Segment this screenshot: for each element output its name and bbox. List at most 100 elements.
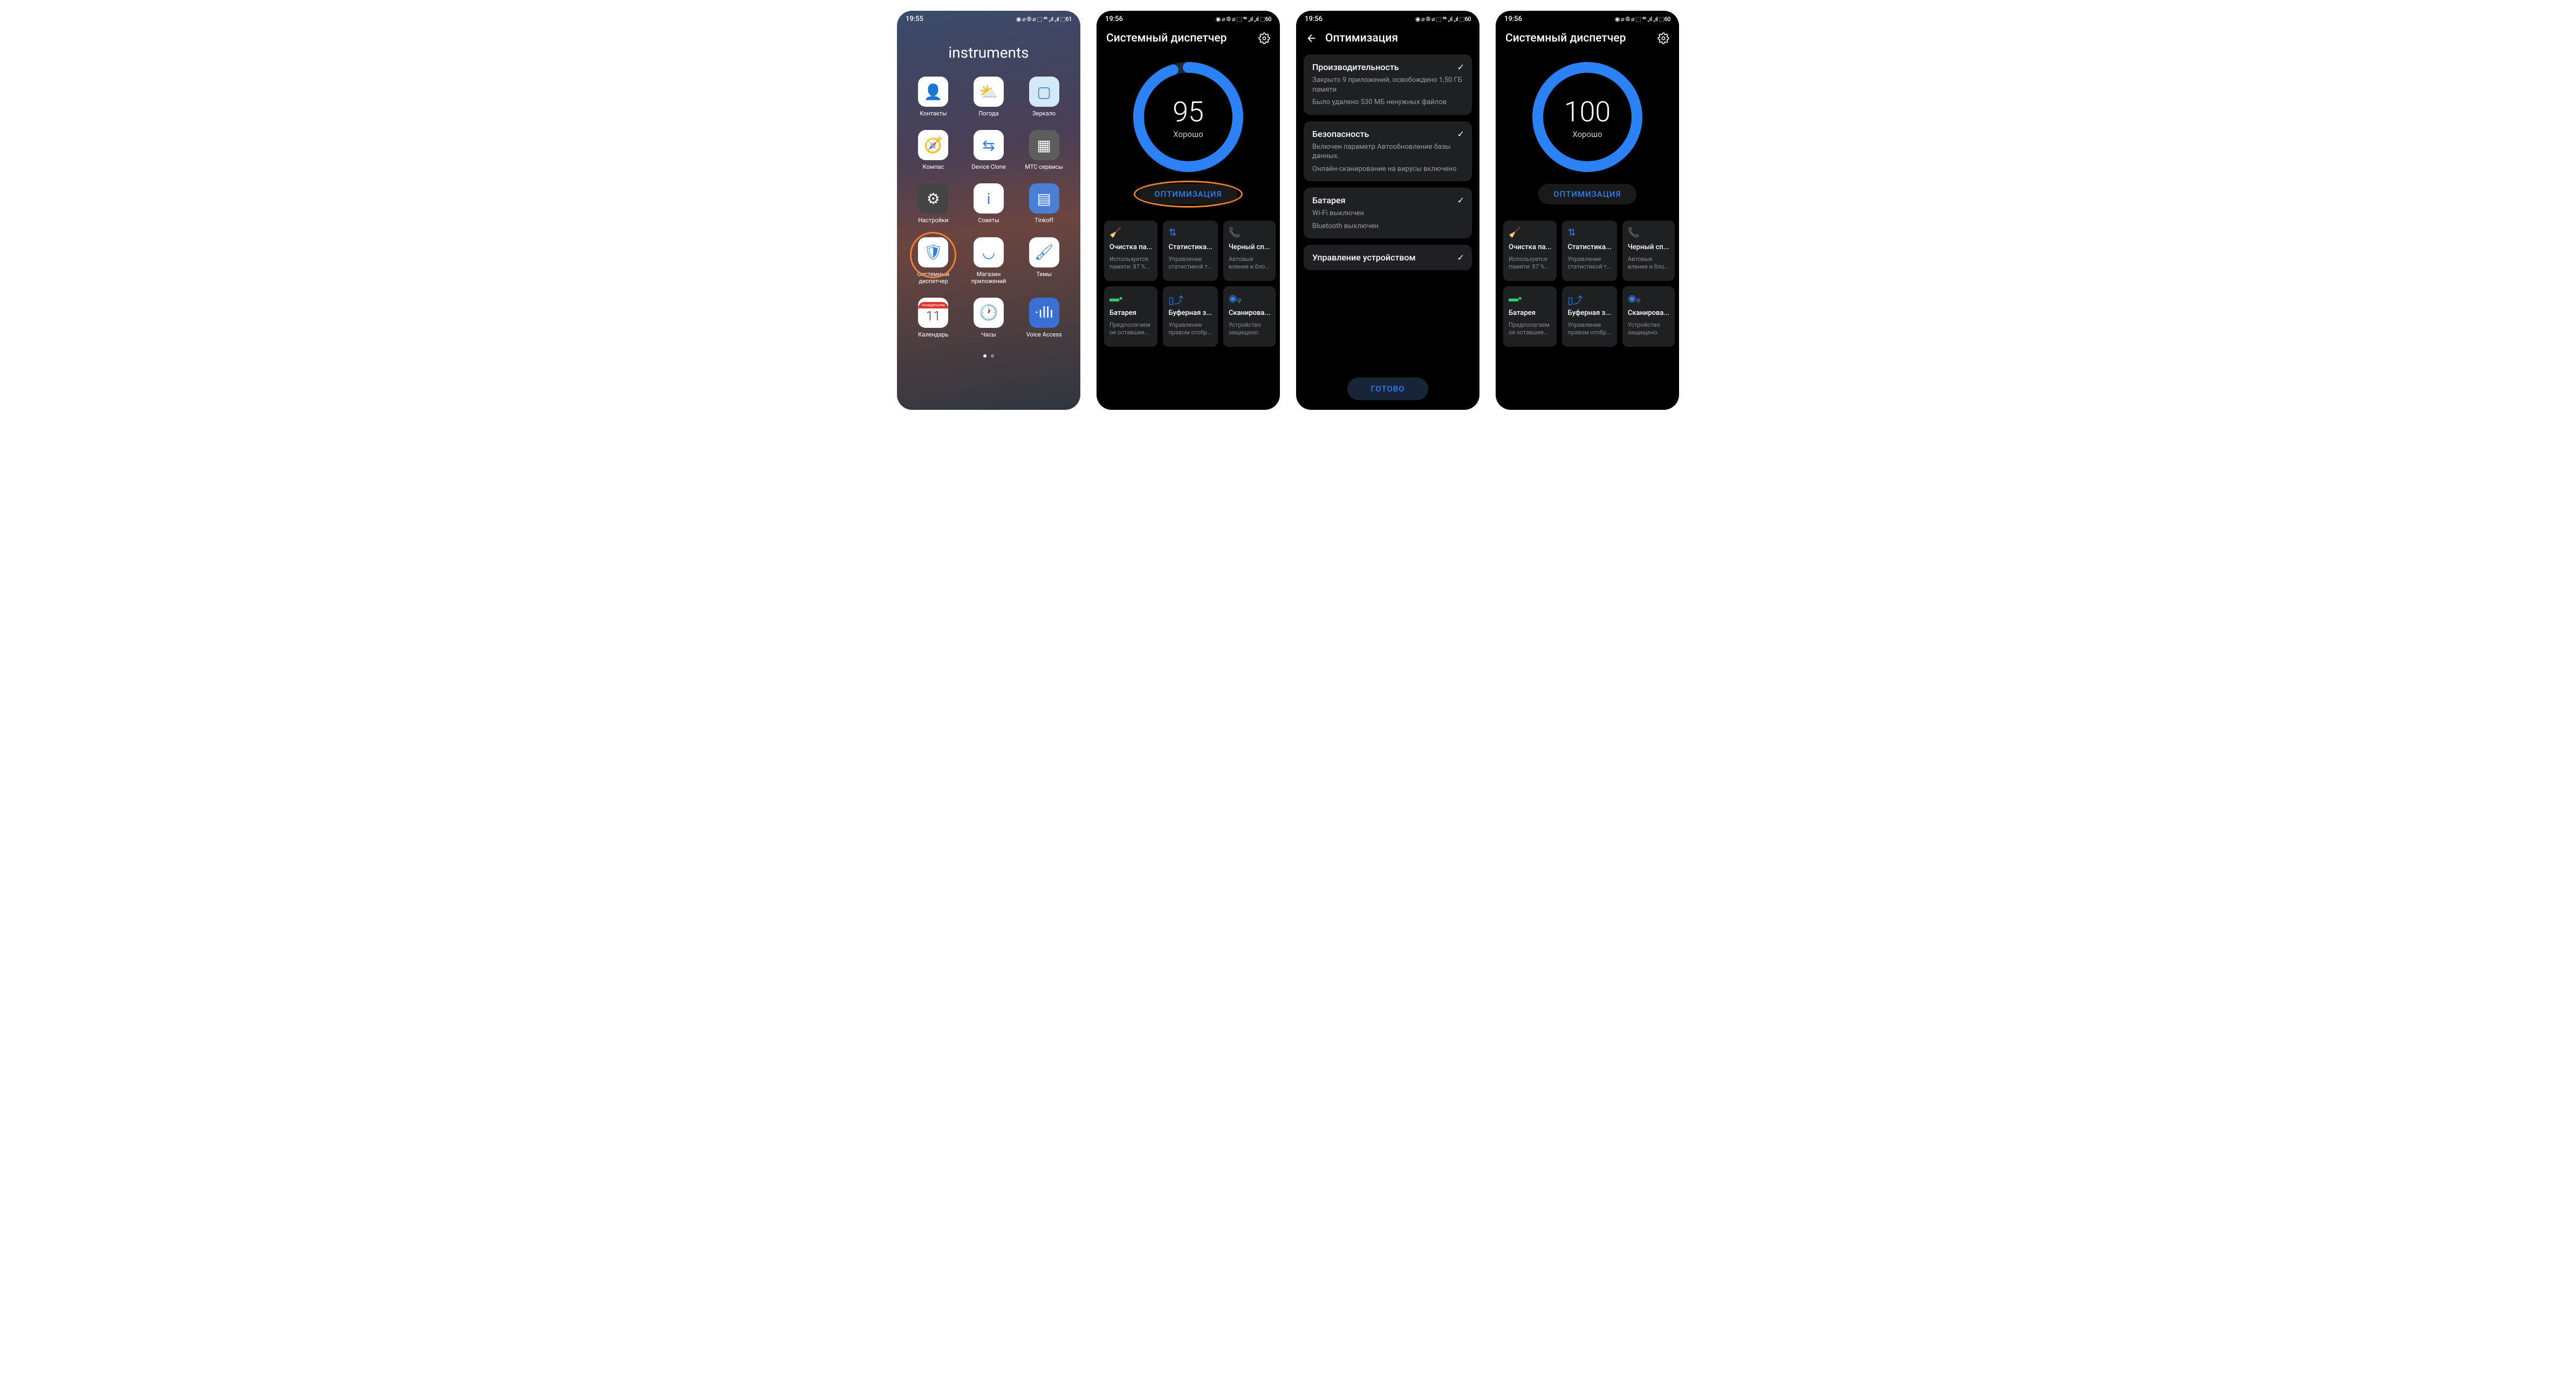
feature-tile[interactable]: ⇅Статистика...Управление статистикой т..… [1163, 221, 1217, 281]
status-icons: ◉ ⌀ ⦾ ⌀ ⬚ ⁴⁶ ₊ıl ₊ıl ⬚60 [1216, 16, 1271, 23]
page-dot[interactable] [991, 354, 994, 358]
app-voice-access[interactable]: ·ıllı Voice Access [1019, 298, 1068, 338]
check-icon: ✓ [1457, 252, 1464, 263]
clock: 19:56 [1105, 15, 1123, 23]
page-dot[interactable] [983, 354, 986, 358]
status-bar: 19:56 ◉ ⌀ ⦾ ⌀ ⬚ ⁴⁶ ₊ıl ₊ıl ⬚60 [1296, 11, 1479, 25]
app-icon: ◡ [974, 237, 1004, 267]
tile-subtitle: Устройство защищено. [1229, 321, 1270, 337]
settings-icon[interactable] [1657, 32, 1669, 44]
feature-tile[interactable]: 📞Черный сп...Автовыя вление и бло... [1223, 221, 1276, 281]
app-icon: ▦ [1029, 130, 1059, 160]
app-советы[interactable]: iСоветы [964, 183, 1013, 224]
card-line: Bluetooth выключен [1312, 222, 1463, 231]
tile-title: Статистика... [1168, 243, 1212, 251]
tile-title: Батарея [1109, 309, 1152, 317]
check-icon: ✓ [1457, 129, 1464, 139]
feature-tile[interactable]: ◉ᵩСканирова...Устройство защищено. [1622, 286, 1675, 347]
feature-tile[interactable]: 📞Черный сп...Автовыя вление и бло... [1622, 221, 1675, 281]
app-icon: ⛅ [974, 77, 1004, 107]
tile-title: Черный сп... [1628, 243, 1669, 251]
tile-subtitle: Используется памяти: 87 %... [1109, 256, 1152, 271]
settings-icon[interactable] [1258, 32, 1270, 44]
clock: 19:56 [1504, 15, 1522, 23]
tile-icon: 🧹 [1109, 227, 1152, 239]
app-label: Настройки [918, 217, 948, 224]
optimization-screen: 19:56 ◉ ⌀ ⦾ ⌀ ⬚ ⁴⁶ ₊ıl ₊ıl ⬚60 Оптимизац… [1296, 11, 1479, 410]
tile-icon: ◉ᵩ [1229, 293, 1270, 305]
done-button[interactable]: ГОТОВО [1347, 377, 1429, 400]
app-label: Voice Access [1026, 331, 1062, 338]
result-card[interactable]: Безопасность Включен параметр Автообновле… [1304, 121, 1472, 182]
status-bar: 19:56 ◉ ⌀ ⦾ ⌀ ⬚ ⁴⁶ ₊ıl ₊ıl ⬚60 [1496, 11, 1679, 25]
feature-tile[interactable]: 🧹 Очистка па... Используется памяти: 87 %.… [1104, 221, 1157, 281]
tile-title: Статистика... [1567, 243, 1611, 251]
feature-tiles: 🧹Очистка па...Используется памяти: 87 %.… [1496, 214, 1679, 355]
score-ring: 100 Хорошо ОПТИМИЗАЦИЯ [1496, 54, 1679, 214]
feature-tile[interactable]: ▯⤴Буферная з...Управление правом отобр..… [1163, 286, 1217, 347]
score-value: 100 [1564, 95, 1611, 128]
app-темы[interactable]: 🖌 Темы [1019, 237, 1068, 285]
feature-tile[interactable]: ▬▪БатареяПредполагаем ое оставшее... [1104, 286, 1157, 347]
feature-tile[interactable]: 🧹Очистка па...Используется памяти: 87 %.… [1503, 221, 1557, 281]
tile-title: Батарея [1509, 309, 1551, 317]
app-icon: 🛡 [918, 237, 948, 267]
result-card[interactable]: БатареяWi-Fi выключенBluetooth выключен✓ [1304, 188, 1472, 238]
app-мтс-сервисы[interactable]: ▦МТС сервисы [1019, 130, 1068, 170]
app-настройки[interactable]: ⚙Настройки [909, 183, 958, 224]
clock: 19:56 [1305, 15, 1323, 23]
optimize-button[interactable]: ОПТИМИЗАЦИЯ [1139, 184, 1237, 204]
app-label: Магазин приложений [967, 271, 1010, 285]
results-list: ПроизводительностьЗакрыто 9 приложений, … [1296, 54, 1479, 370]
app-компас[interactable]: 🧭Компас [909, 130, 958, 170]
app-label: Темы [1036, 271, 1052, 278]
app-контакты[interactable]: 👤 Контакты [909, 77, 958, 117]
app-icon: 👤 [918, 77, 948, 107]
app-icon: 🧭 [918, 130, 948, 160]
tile-subtitle: Используется памяти: 87 %... [1509, 256, 1551, 271]
card-line: Включен параметр Автообновление базы дан… [1312, 142, 1463, 161]
app-device-clone[interactable]: ⇆Device Clone [964, 130, 1013, 170]
card-title: Безопасность [1312, 129, 1463, 139]
tile-subtitle: Управление правом отобр... [1168, 321, 1212, 337]
app-label: Зеркало [1032, 110, 1056, 117]
result-card[interactable]: ПроизводительностьЗакрыто 9 приложений, … [1304, 54, 1472, 115]
app-системный-диспетчер[interactable]: 🛡Системный диспетчер [909, 237, 958, 285]
page-title: Оптимизация [1325, 32, 1470, 45]
check-icon: ✓ [1457, 195, 1464, 205]
header: Системный диспетчер [1496, 25, 1679, 54]
app-календарь[interactable]: понедельник11Календарь [909, 298, 958, 338]
tile-title: Очистка па... [1109, 243, 1152, 251]
app-icon: ·ıllı [1029, 298, 1059, 328]
feature-tile[interactable]: ▯⤴Буферная з...Управление правом отобр..… [1562, 286, 1616, 347]
feature-tile[interactable]: ▬▪БатареяПредполагаем ое оставшее... [1503, 286, 1557, 347]
card-line: Было удалено 530 МБ ненужных файлов [1312, 98, 1463, 107]
app-tinkoff[interactable]: ▤Tinkoff [1019, 183, 1068, 224]
app-label: Часы [981, 331, 996, 338]
result-card[interactable]: Управление устройством✓ [1304, 245, 1472, 270]
check-icon: ✓ [1457, 62, 1464, 72]
tile-icon: 📞 [1229, 227, 1270, 239]
app-магазин-приложений[interactable]: ◡ Магазин приложений [964, 237, 1013, 285]
app-погода[interactable]: ⛅ Погода [964, 77, 1013, 117]
app-часы[interactable]: 🕐Часы [964, 298, 1013, 338]
tile-icon: ▬▪ [1509, 293, 1551, 305]
feature-tile[interactable]: ◉ᵩСканирова...Устройство защищено. [1223, 286, 1276, 347]
app-icon: 🖌 [1029, 237, 1059, 267]
app-зеркало[interactable]: ▢Зеркало [1019, 77, 1068, 117]
optimize-button[interactable]: ОПТИМИЗАЦИЯ [1538, 184, 1636, 204]
tile-icon: ⇅ [1567, 227, 1611, 239]
status-icons: ◉ ⌀ ⦾ ⌀ ⬚ ⁴⁶ ₊ıl ₊ıl ⬚60 [1415, 16, 1471, 23]
score-ring: 95 Хорошо ОПТИМИЗАЦИЯ [1097, 54, 1280, 214]
app-label: Контакты [920, 110, 947, 117]
page-title: Системный диспетчер [1106, 32, 1251, 45]
status-bar: 19:56 ◉ ⌀ ⦾ ⌀ ⬚ ⁴⁶ ₊ıl ₊ıl ⬚60 [1097, 11, 1280, 25]
card-title: Производительность [1312, 62, 1463, 72]
header: Оптимизация [1296, 25, 1479, 54]
back-icon[interactable] [1306, 32, 1318, 44]
feature-tile[interactable]: ⇅Статистика...Управление статистикой т..… [1562, 221, 1616, 281]
card-title: Батарея [1312, 195, 1463, 205]
app-label: Погода [978, 110, 998, 117]
tile-subtitle: Управление правом отобр... [1567, 321, 1611, 337]
score-status: Хорошо [1173, 129, 1203, 139]
